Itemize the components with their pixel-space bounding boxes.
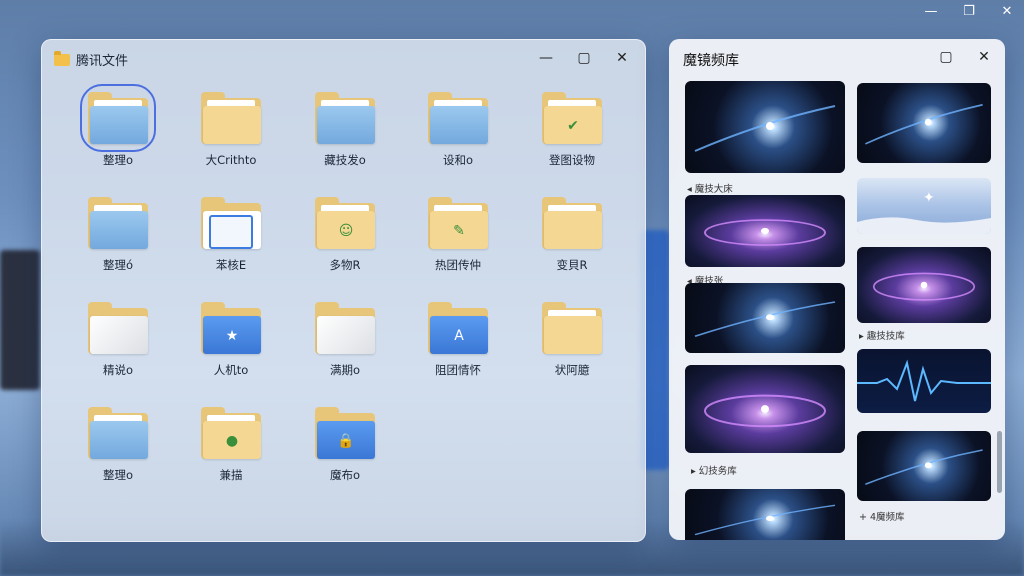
file-item-label: 精说o (102, 363, 134, 377)
gallery-window: 魔镜频库 ▢ ✕ ◂ 魔技大床 ✦ ◂ 魔技张 ▸ 趣技技库 ▸ 幻技务库 + … (669, 39, 1005, 540)
file-item[interactable]: 整理ó (70, 197, 166, 287)
gallery-window-controls: ▢ ✕ (939, 49, 991, 65)
file-item-label: 多物R (329, 258, 361, 272)
file-item-label: 苯核E (215, 258, 247, 272)
folder-icon (201, 92, 261, 144)
app-store-icon: A (454, 328, 464, 344)
gallery-thumb-6[interactable] (857, 247, 991, 323)
file-explorer-window: 腾讯文件 — ▢ ✕ 整理o 大Crithto 藏技发o 设和o ✔ 登图设物整理ó 苯核E… (41, 39, 646, 542)
file-item-label: 整理ó (102, 258, 134, 272)
folder-icon (80, 84, 156, 152)
folder-icon: 🔒 (315, 407, 375, 459)
file-item[interactable]: 🔒 魔布o (297, 407, 393, 497)
background-monitor (0, 250, 40, 390)
close-button[interactable]: ✕ (615, 50, 629, 66)
file-item[interactable]: A 阻团情怀 (410, 302, 506, 392)
folder-icon: ☺ (315, 197, 375, 249)
folder-icon (88, 302, 148, 354)
file-item-label: 满期o (329, 363, 361, 377)
file-item[interactable]: ☺ 多物R (297, 197, 393, 287)
gallery-title: 魔镜频库 (683, 53, 739, 69)
file-item-label: 大Crithto (205, 153, 257, 167)
emblem-icon: ✔ (567, 118, 579, 134)
emblem-icon: ✎ (453, 223, 465, 239)
folder-icon: ● (201, 407, 261, 459)
desktop-window-controls: — ❐ ✕ (924, 4, 1014, 19)
gallery-caption: ◂ 魔技大床 (687, 184, 733, 195)
file-item-label: 阻团情怀 (435, 363, 481, 377)
folder-icon: ✎ (428, 197, 488, 249)
gallery-caption: ▸ 幻技务库 (691, 466, 737, 477)
gallery-thumb-4[interactable]: ✦ (857, 178, 991, 234)
gallery-maximize-button[interactable]: ▢ (939, 49, 953, 65)
file-item-label: 登图设物 (549, 153, 595, 167)
gallery-thumb-9[interactable] (857, 431, 991, 501)
folder-icon (542, 302, 602, 354)
folder-icon: A (428, 302, 488, 354)
file-item[interactable]: ✔ 登图设物 (524, 92, 620, 182)
file-item[interactable]: 大Crithto (183, 92, 279, 182)
file-item-label: 魔布o (329, 468, 361, 482)
file-item-label: 人机to (213, 363, 249, 377)
gallery-caption: ▸ 趣技技库 (859, 331, 905, 342)
gallery-thumb-2[interactable] (857, 83, 991, 163)
file-item[interactable]: 整理o (70, 407, 166, 497)
file-item[interactable]: 状阿臆 (524, 302, 620, 392)
folder-icon: ★ (201, 302, 261, 354)
file-item[interactable]: ★ 人机to (183, 302, 279, 392)
file-item-label: 整理o (102, 468, 134, 482)
file-item[interactable]: ✎ 热团传仲 (410, 197, 506, 287)
file-item[interactable]: 整理o (70, 84, 166, 182)
folder-icon (88, 407, 148, 459)
file-item-label: 变貝R (556, 258, 588, 272)
file-item-label: 设和o (442, 153, 474, 167)
minimize-button[interactable]: — (539, 50, 553, 66)
file-item-label: 兼描 (219, 468, 243, 482)
folder-icon: ✔ (542, 92, 602, 144)
emblem-icon: ☺ (338, 223, 354, 239)
gallery-thumb-10[interactable] (685, 489, 845, 540)
gallery-thumb-7[interactable] (685, 365, 845, 453)
file-item-label: 状阿臆 (554, 363, 590, 377)
gallery-thumb-3[interactable] (685, 195, 845, 267)
gallery-thumb-1[interactable] (685, 81, 845, 173)
file-item[interactable]: 苯核E (183, 197, 279, 287)
file-item-label: 藏技发o (324, 153, 366, 167)
file-item[interactable]: 藏技发o (297, 92, 393, 182)
folder-icon (315, 92, 375, 144)
folder-icon (54, 50, 70, 66)
folder-icon (201, 197, 261, 249)
gallery-caption: + 4魔频库 (859, 512, 905, 523)
lock-icon: 🔒 (337, 433, 355, 449)
file-item[interactable]: ● 兼描 (183, 407, 279, 497)
folder-icon (428, 92, 488, 144)
emblem-icon: ● (225, 433, 239, 449)
svg-text:✦: ✦ (923, 190, 935, 206)
gallery-scrollbar[interactable] (997, 431, 1002, 493)
desktop-restore-button[interactable]: ❐ (962, 4, 976, 19)
file-item[interactable]: 精说o (70, 302, 166, 392)
gallery-thumb-8[interactable] (857, 349, 991, 413)
file-item[interactable]: 变貝R (524, 197, 620, 287)
folder-icon (88, 197, 148, 249)
desktop-close-button[interactable]: ✕ (1000, 4, 1014, 19)
file-item[interactable]: 设和o (410, 92, 506, 182)
maximize-button[interactable]: ▢ (577, 50, 591, 66)
folder-icon (315, 302, 375, 354)
file-item[interactable]: 满期o (297, 302, 393, 392)
explorer-title-bar: 腾讯文件 (54, 50, 128, 69)
gallery-close-button[interactable]: ✕ (977, 49, 991, 65)
desktop-minimize-button[interactable]: — (924, 4, 938, 19)
star-icon: ★ (225, 328, 239, 344)
file-item-label: 整理o (102, 153, 134, 167)
folder-icon (542, 197, 602, 249)
explorer-title: 腾讯文件 (76, 54, 129, 69)
file-item-label: 热团传仲 (435, 258, 481, 272)
gallery-thumb-5[interactable] (685, 283, 845, 353)
explorer-window-controls: — ▢ ✕ (539, 50, 629, 66)
